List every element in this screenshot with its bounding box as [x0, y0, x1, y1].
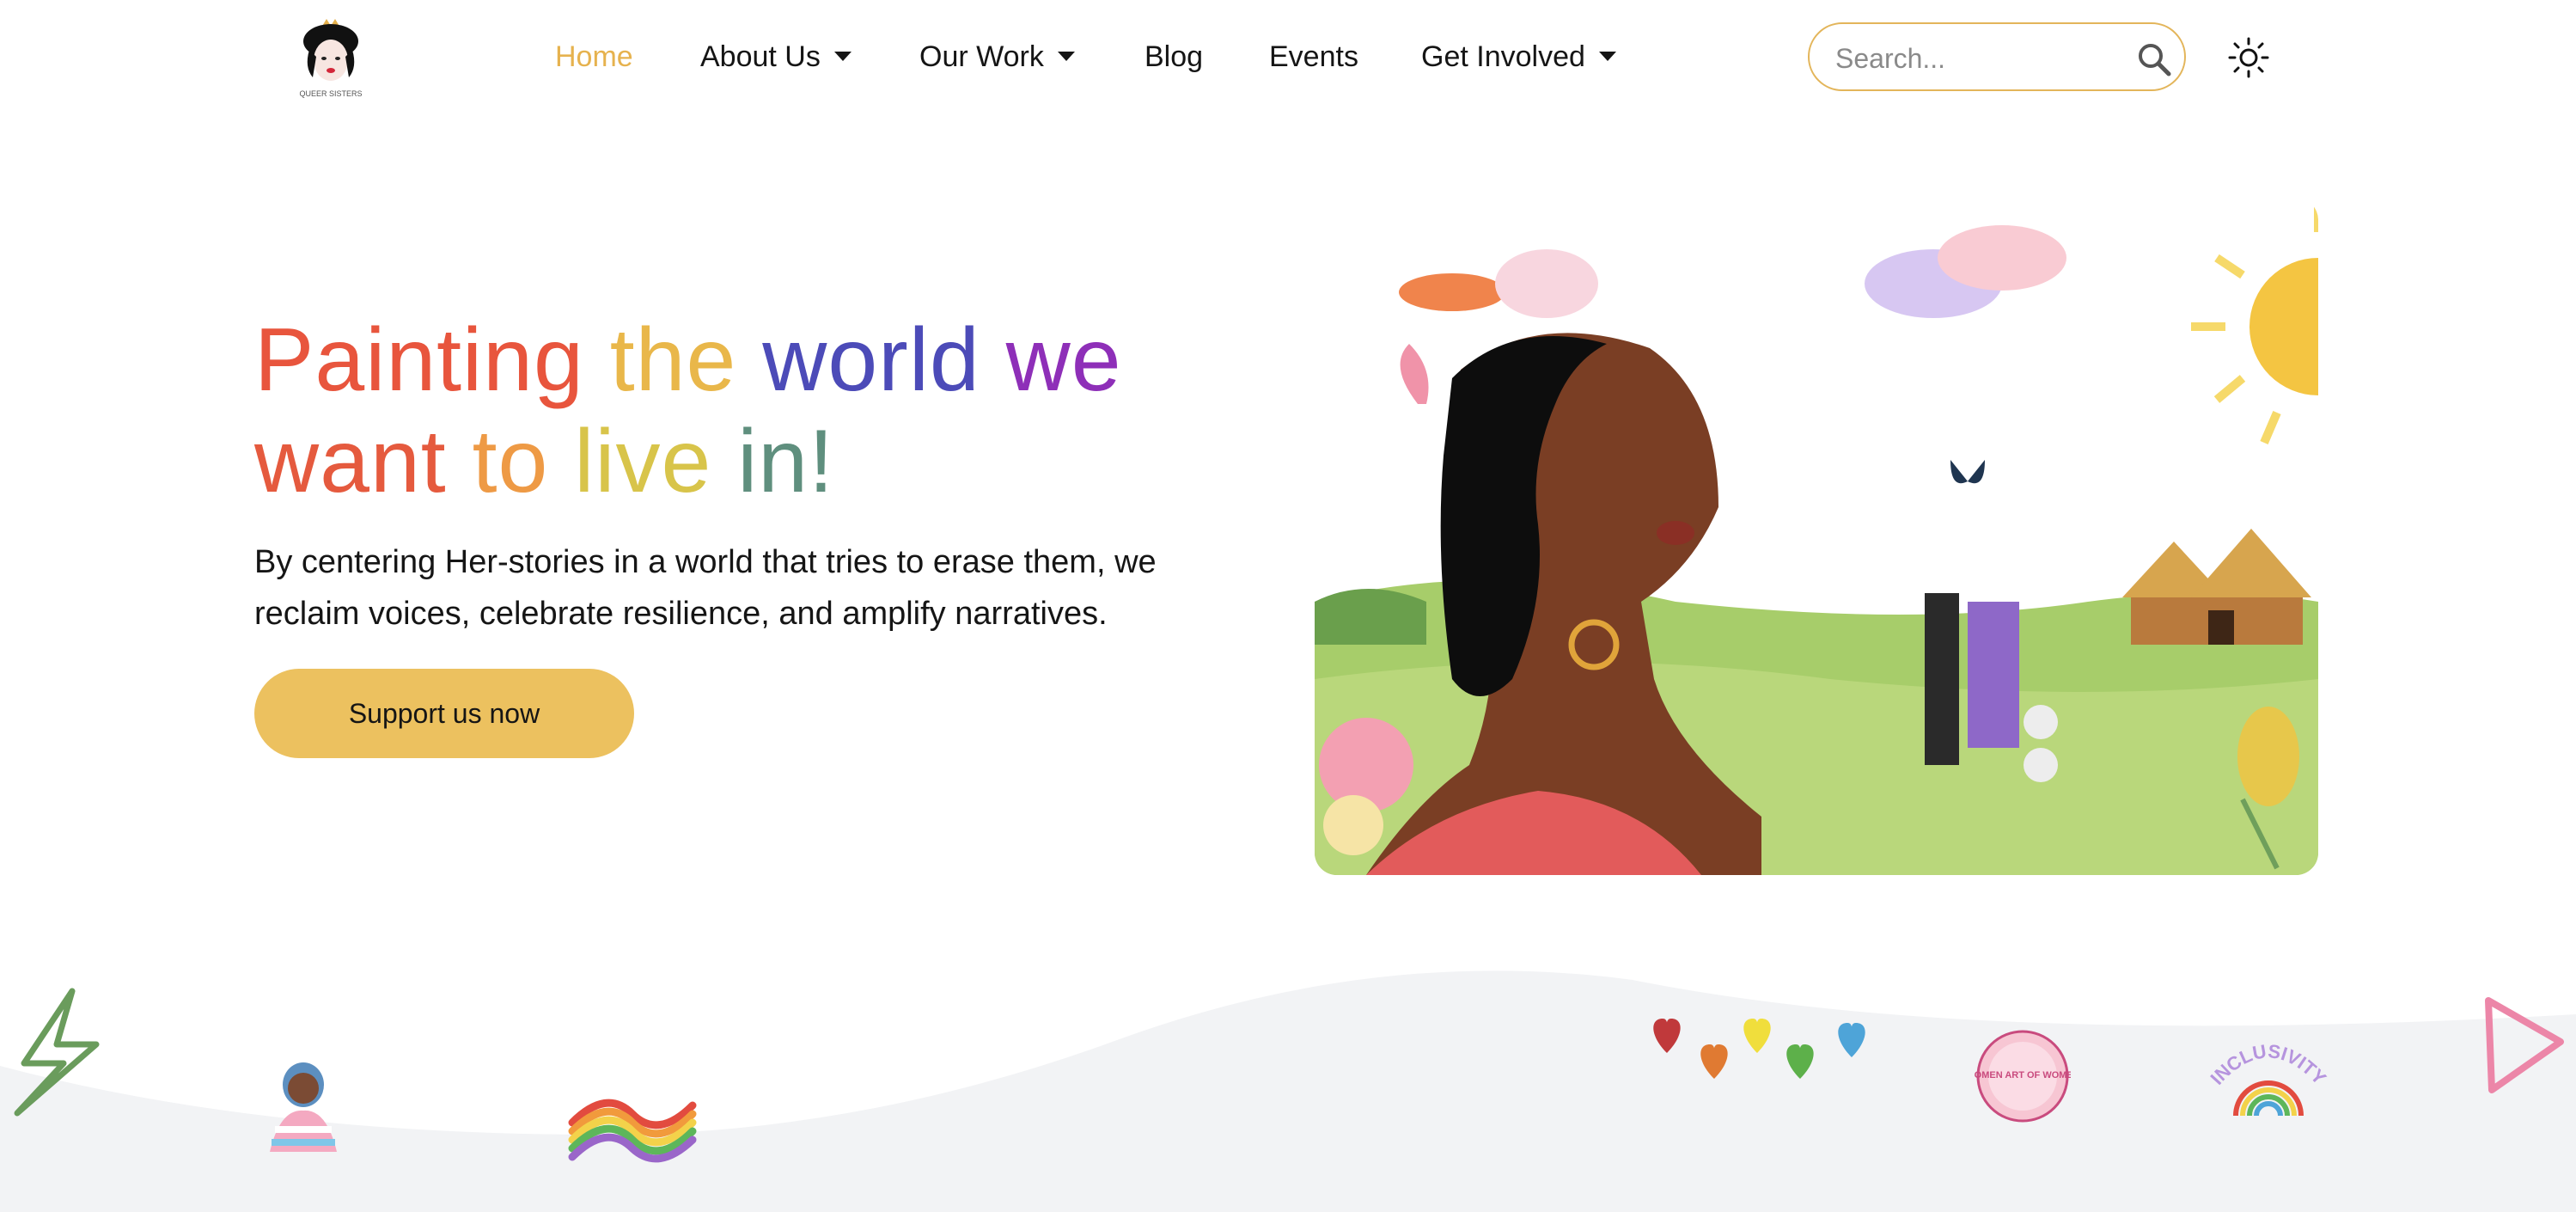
top-nav: QUEER SISTERS Home About Us Our Work Blo…	[0, 0, 2576, 116]
support-us-button[interactable]: Support us now	[254, 669, 634, 758]
site-logo[interactable]: QUEER SISTERS	[292, 15, 369, 101]
rainbow-flag-sticker	[568, 1099, 697, 1163]
headline-word: in!	[737, 412, 835, 511]
nav-blog[interactable]: Blog	[1145, 34, 1203, 79]
headline-word: live	[574, 412, 712, 511]
nav-our-work[interactable]: Our Work	[919, 34, 1075, 79]
headline-word: the	[609, 310, 737, 410]
women-sticker-text: WOMEN ART OF WOMEN	[1975, 1070, 2071, 1080]
nav-blog-label: Blog	[1145, 40, 1204, 73]
trans-flag-person-sticker	[270, 1062, 337, 1152]
inclusivity-rainbow-sticker: INCLUSIVITY	[2206, 1040, 2330, 1117]
lightning-bolt-icon	[14, 988, 100, 1117]
nav-events-label: Events	[1269, 40, 1358, 73]
nav-about-us-label: About Us	[700, 40, 821, 73]
caret-down-icon	[1598, 51, 1616, 61]
nav-get-involved-label: Get Involved	[1421, 40, 1585, 73]
hero-subtitle: By centering Her-stories in a world that…	[254, 544, 1157, 632]
search-icon[interactable]	[2136, 41, 2172, 77]
page: QUEER SISTERS Home About Us Our Work Blo…	[0, 0, 2576, 1212]
nav-get-involved[interactable]: Get Involved	[1421, 34, 1616, 79]
colorful-hearts-sticker	[1653, 1019, 1865, 1079]
search-input[interactable]	[1834, 36, 2121, 81]
caret-down-icon	[1057, 51, 1075, 61]
decorative-wave	[0, 970, 2576, 1212]
woman-in-meadow-illustration	[1315, 198, 2318, 875]
headline-word: want	[254, 412, 447, 511]
logo-text: QUEER SISTERS	[299, 89, 362, 98]
play-triangle-icon	[2485, 997, 2564, 1093]
caret-down-icon	[833, 51, 852, 61]
nav-home[interactable]: Home	[555, 34, 633, 79]
headline-word: world	[762, 310, 980, 410]
headline-word: to	[472, 412, 549, 511]
sun-icon[interactable]	[2227, 36, 2270, 79]
nav-home-label: Home	[555, 40, 633, 73]
search-box	[1808, 22, 2186, 91]
nav-events[interactable]: Events	[1269, 34, 1358, 79]
nav-about-us[interactable]: About Us	[700, 34, 852, 79]
headline-word: Painting	[254, 310, 584, 410]
women-art-sticker: WOMEN ART OF WOMEN	[1975, 1030, 2071, 1123]
headline-word: we	[1005, 310, 1122, 410]
hero-headline: Painting the world we want to live in!	[254, 309, 1242, 512]
nav-our-work-label: Our Work	[919, 40, 1044, 73]
